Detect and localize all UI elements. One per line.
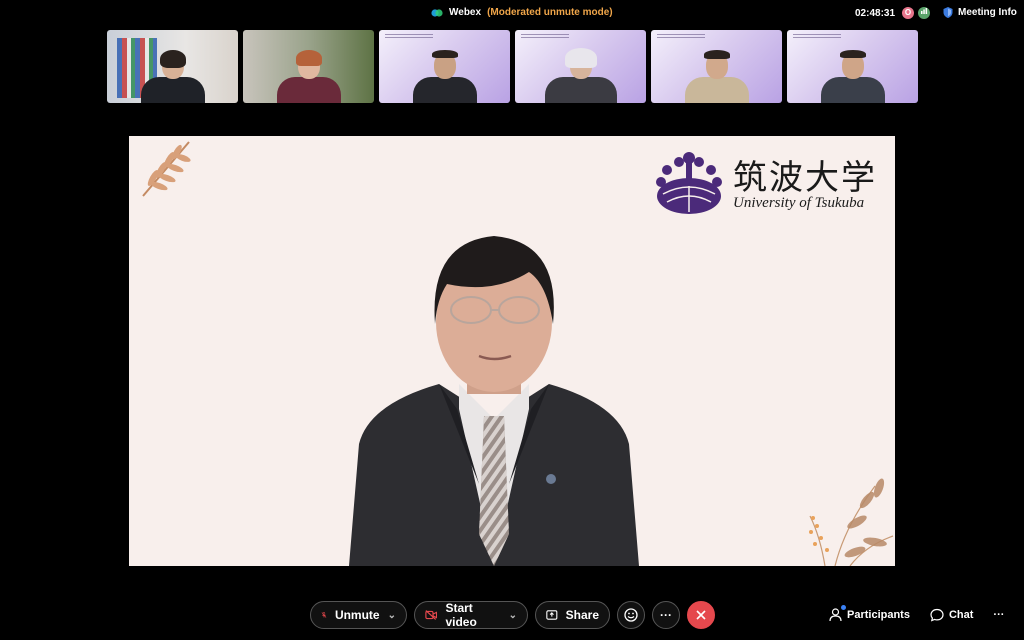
participant-video bbox=[544, 48, 617, 103]
side-panel-controls: Participants Chat ··· bbox=[829, 605, 1004, 622]
participant-thumbnails bbox=[107, 30, 918, 103]
person-icon bbox=[829, 608, 842, 622]
flower-decoration-icon bbox=[809, 478, 894, 566]
main-video-stage: 筑波大学 University of Tsukuba bbox=[129, 136, 895, 566]
more-options-label: ··· bbox=[660, 608, 672, 622]
university-logo: 筑波大学 University of Tsukuba bbox=[653, 146, 877, 216]
chat-label: Chat bbox=[948, 609, 974, 621]
start-video-button[interactable]: Start video ⌄ bbox=[414, 601, 528, 629]
participant-thumbnail[interactable] bbox=[107, 30, 238, 103]
participants-button[interactable]: Participants bbox=[829, 605, 910, 622]
paulownia-crest-icon bbox=[656, 152, 722, 214]
emoji-icon bbox=[624, 608, 638, 622]
meeting-info-button[interactable]: Meeting Info bbox=[943, 7, 1017, 18]
leave-meeting-button[interactable] bbox=[687, 601, 715, 629]
participant-video bbox=[140, 50, 205, 103]
reactions-button[interactable] bbox=[617, 601, 645, 629]
unmute-label: Unmute bbox=[334, 608, 380, 622]
start-video-label: Start video bbox=[445, 601, 477, 629]
more-options-button[interactable]: ··· bbox=[652, 601, 680, 629]
participant-video bbox=[684, 50, 749, 103]
speaker-video bbox=[349, 236, 639, 566]
participant-thumbnail[interactable] bbox=[243, 30, 374, 103]
camera-off-icon bbox=[425, 610, 438, 620]
participant-video bbox=[412, 50, 477, 103]
university-name-jp: 筑波大学 bbox=[733, 158, 877, 198]
participants-label: Participants bbox=[847, 609, 910, 621]
meeting-controls: Unmute ⌄ Start video ⌄ Share ··· bbox=[310, 601, 715, 629]
leaf-decoration-icon bbox=[142, 141, 191, 197]
shield-icon bbox=[943, 7, 953, 18]
close-icon bbox=[696, 610, 706, 620]
unmute-mode-label: (Moderated unmute mode) bbox=[487, 7, 613, 18]
share-button[interactable]: Share bbox=[535, 601, 610, 629]
chevron-down-icon[interactable]: ⌄ bbox=[388, 610, 396, 621]
chevron-down-icon[interactable]: ⌄ bbox=[509, 610, 517, 621]
chat-bubble-icon bbox=[930, 608, 944, 622]
participant-video bbox=[820, 50, 885, 103]
meeting-clock: 02:48:31 bbox=[855, 8, 896, 19]
meeting-info-label: Meeting Info bbox=[958, 7, 1017, 18]
microphone-muted-icon bbox=[321, 612, 327, 618]
top-bar: Webex (Moderated unmute mode) 02:48:31 O… bbox=[0, 0, 1024, 26]
chat-button[interactable]: Chat bbox=[930, 608, 973, 622]
recording-badge[interactable]: O bbox=[902, 7, 914, 19]
share-label: Share bbox=[565, 608, 599, 622]
university-name-en: University of Tsukuba bbox=[733, 195, 865, 211]
notification-dot bbox=[841, 605, 846, 610]
participant-thumbnail[interactable] bbox=[787, 30, 918, 103]
participant-video bbox=[276, 50, 341, 103]
app-title: Webex (Moderated unmute mode) bbox=[431, 7, 613, 18]
unmute-button[interactable]: Unmute ⌄ bbox=[310, 601, 407, 629]
app-name: Webex bbox=[449, 7, 482, 18]
participant-thumbnail[interactable] bbox=[379, 30, 510, 103]
participant-thumbnail[interactable] bbox=[651, 30, 782, 103]
overflow-menu-button[interactable]: ··· bbox=[993, 609, 1004, 621]
share-screen-icon bbox=[546, 610, 558, 620]
webex-logo-icon bbox=[431, 8, 443, 17]
overflow-label: ··· bbox=[993, 609, 1005, 621]
network-stats-icon[interactable] bbox=[918, 7, 930, 19]
participant-thumbnail[interactable] bbox=[515, 30, 646, 103]
